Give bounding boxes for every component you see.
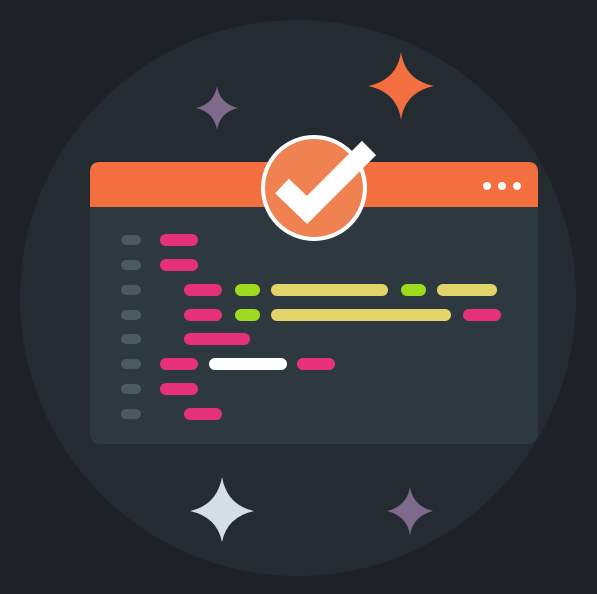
code-token-green bbox=[401, 284, 426, 296]
line-gutter-dot bbox=[121, 260, 141, 270]
code-token-pink bbox=[184, 309, 222, 321]
code-token-pink bbox=[160, 234, 198, 246]
code-token-pink bbox=[297, 358, 335, 370]
line-gutter-dot bbox=[121, 384, 141, 394]
code-token-yellow bbox=[437, 284, 497, 296]
code-token-pink bbox=[160, 383, 198, 395]
code-token-green bbox=[235, 284, 260, 296]
code-token-pink bbox=[160, 358, 198, 370]
line-gutter-dot bbox=[121, 359, 141, 369]
code-token-green bbox=[235, 309, 260, 321]
checkmark-badge bbox=[261, 135, 377, 241]
line-gutter-dot bbox=[121, 285, 141, 295]
code-token-white bbox=[209, 358, 287, 370]
ellipsis-icon[interactable] bbox=[483, 182, 521, 190]
code-token-pink bbox=[160, 259, 198, 271]
code-token-pink bbox=[463, 309, 501, 321]
code-token-pink bbox=[184, 333, 250, 345]
code-token-yellow bbox=[271, 309, 451, 321]
code-token-pink bbox=[184, 284, 222, 296]
code-token-yellow bbox=[271, 284, 388, 296]
line-gutter-dot bbox=[121, 334, 141, 344]
line-gutter-dot bbox=[121, 310, 141, 320]
line-gutter-dot bbox=[121, 235, 141, 245]
code-token-pink bbox=[184, 408, 222, 420]
checkmark-badge-circle bbox=[261, 135, 367, 241]
code-review-illustration bbox=[20, 20, 576, 576]
line-gutter-dot bbox=[121, 409, 141, 419]
